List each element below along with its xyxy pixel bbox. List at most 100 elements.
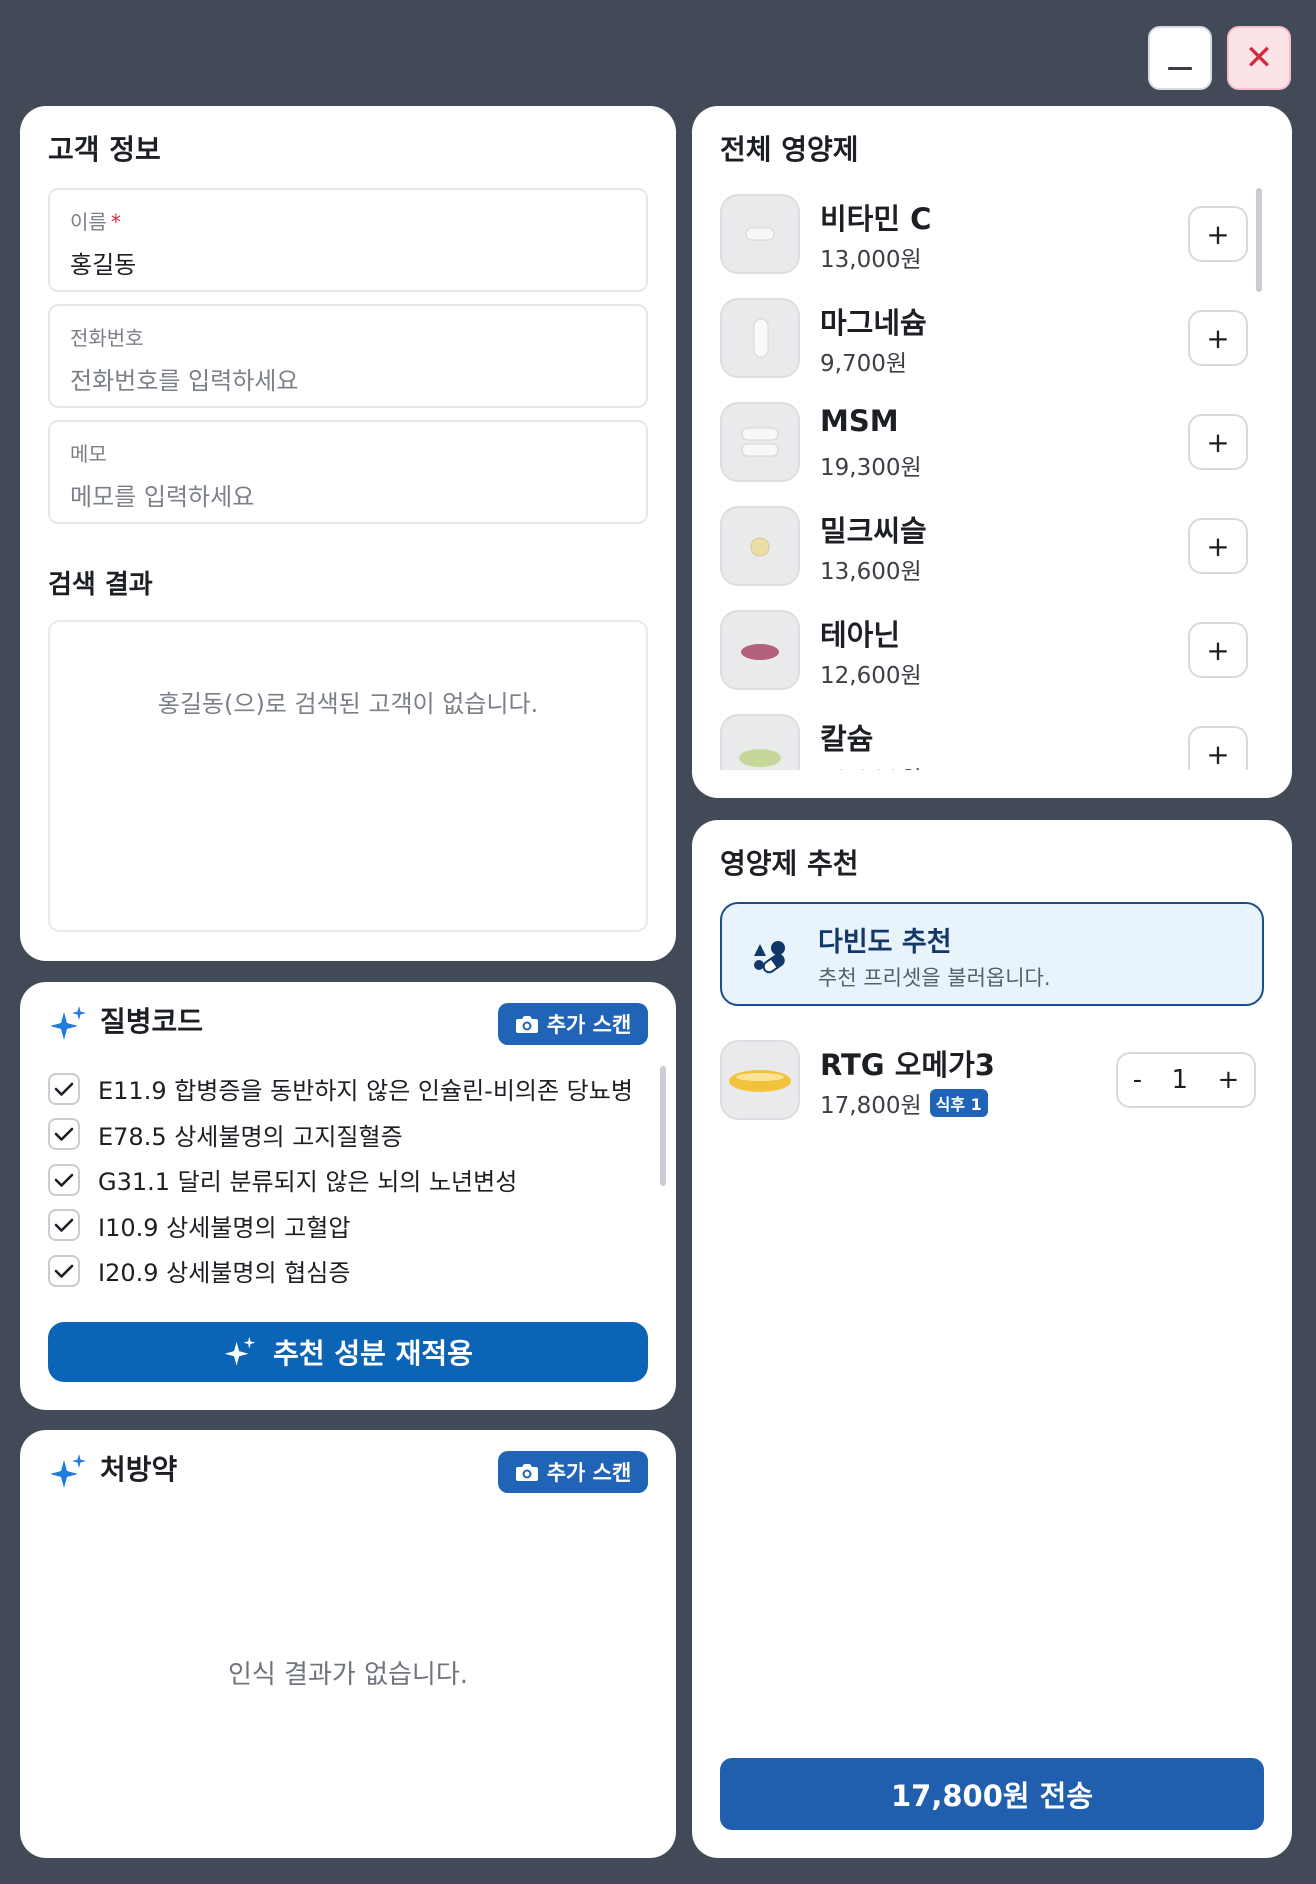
- checkbox[interactable]: [48, 1118, 80, 1151]
- name-field[interactable]: 이름 * 홍길동: [48, 188, 648, 292]
- disease-code-title: 질병코드: [100, 1005, 204, 1038]
- customer-info-title: 고객 정보: [48, 133, 161, 166]
- pill-thumbnail: [720, 506, 800, 586]
- add-supplement-button[interactable]: +: [1188, 518, 1248, 574]
- required-mark: *: [110, 210, 121, 234]
- memo-field[interactable]: 메모 메모를 입력하세요: [48, 420, 648, 524]
- camera-icon: [515, 1016, 538, 1033]
- supplement-item[interactable]: 마그네슘 9,700원 +: [720, 298, 1268, 378]
- disease-code-card: 질병코드 추가 스캔 E11.9 합병증을 동반하지 않은 인슐린-비의존 당뇨…: [20, 982, 676, 1410]
- capsule-white-vertical-icon: [753, 318, 769, 358]
- prescription-card: 처방약 추가 스캔 인식 결과가 없습니다.: [20, 1430, 676, 1858]
- add-supplement-button[interactable]: +: [1188, 414, 1248, 470]
- supplement-item[interactable]: MSM 19,300원 +: [720, 402, 1268, 482]
- recommended-supplement-name: RTG 오메가3: [820, 1048, 995, 1082]
- send-button[interactable]: 17,800원 전송: [720, 1758, 1264, 1830]
- supplement-item[interactable]: 칼슘 12,200원 +: [720, 714, 1268, 770]
- disease-code-item[interactable]: I20.9 상세불명의 협심증: [48, 1248, 658, 1288]
- prescription-scan-label: 추가 스캔: [546, 1461, 632, 1485]
- tablets-white-stacked-icon: [741, 427, 779, 457]
- memo-input[interactable]: 메모를 입력하세요: [70, 477, 626, 512]
- preset-title: 다빈도 추천: [818, 927, 952, 958]
- reapply-recommendation-button[interactable]: 추천 성분 재적용: [48, 1322, 648, 1382]
- supplement-price: 13,600원: [820, 559, 922, 585]
- disease-code-item[interactable]: I10.9 상세불명의 고혈압: [48, 1203, 658, 1249]
- supplement-price: 9,700원: [820, 351, 908, 377]
- add-supplement-button[interactable]: +: [1188, 206, 1248, 262]
- disease-code-item[interactable]: E78.5 상세불명의 고지질혈증: [48, 1112, 658, 1158]
- check-icon: [54, 1127, 74, 1142]
- disease-code-label: E78.5 상세불명의 고지질혈증: [98, 1122, 403, 1151]
- pill-thumbnail: [720, 194, 800, 274]
- disease-scan-button[interactable]: 추가 스캔: [498, 1003, 648, 1045]
- recommended-supplement-price-row: 17,800원 식후 1: [820, 1086, 988, 1120]
- pill-thumbnail: [720, 610, 800, 690]
- minimize-button[interactable]: [1148, 26, 1212, 90]
- supplement-list-scrollbar[interactable]: [1256, 188, 1262, 292]
- reapply-label: 추천 성분 재적용: [273, 1337, 473, 1370]
- disease-list-scrollbar[interactable]: [660, 1066, 666, 1186]
- add-supplement-button[interactable]: +: [1188, 622, 1248, 678]
- supplement-price: 19,300원: [820, 455, 922, 481]
- sparkle-icon: [224, 1336, 256, 1366]
- tablet-green-oval-icon: [739, 749, 781, 767]
- quantity-stepper[interactable]: - 1 +: [1116, 1052, 1256, 1108]
- checkbox[interactable]: [48, 1163, 80, 1196]
- supplement-name: 마그네슘: [820, 306, 927, 340]
- quantity-value: 1: [1171, 1065, 1189, 1095]
- dosage-badge: 식후 1: [929, 1089, 988, 1117]
- supplement-list: 비타민 C 13,000원 + 마그네슘 9,700원 + MSM 19,300…: [720, 188, 1268, 770]
- all-supplements-title: 전체 영양제: [720, 133, 859, 166]
- disease-scan-label: 추가 스캔: [546, 1013, 632, 1037]
- close-icon: ✕: [1244, 38, 1274, 78]
- disease-code-item[interactable]: G31.1 달리 분류되지 않은 뇌의 노년변성: [48, 1157, 658, 1203]
- pill-thumbnail: [720, 1040, 800, 1120]
- supplement-price: 13,000원: [820, 247, 922, 273]
- prescription-title: 처방약: [100, 1453, 178, 1486]
- prescription-empty: 인식 결과가 없습니다.: [227, 1660, 469, 1690]
- supplement-name: MSM: [820, 404, 899, 438]
- supplement-item[interactable]: 밀크씨슬 13,600원 +: [720, 506, 1268, 586]
- check-icon: [54, 1082, 74, 1096]
- capsule-white-horizontal-icon: [745, 227, 775, 241]
- search-results-empty: 홍길동(으)로 검색된 고객이 없습니다.: [157, 690, 539, 718]
- supplement-name: 칼슘: [820, 722, 874, 756]
- supplement-item[interactable]: 비타민 C 13,000원 +: [720, 194, 1268, 274]
- pill-thumbnail: [720, 714, 800, 770]
- supplement-item[interactable]: 테아닌 12,600원 +: [720, 610, 1268, 690]
- prescription-scan-button[interactable]: 추가 스캔: [498, 1451, 648, 1493]
- disease-code-list: E11.9 합병증을 동반하지 않은 인슐린-비의존 당뇨병 E78.5 상세불…: [48, 1066, 658, 1288]
- supplement-name: 비타민 C: [820, 202, 932, 236]
- supplement-price: 12,600원: [820, 663, 922, 689]
- recommended-supplement-price: 17,800원: [820, 1093, 922, 1119]
- check-icon: [54, 1173, 74, 1187]
- minimize-icon: [1168, 66, 1192, 70]
- phone-field[interactable]: 전화번호 전화번호를 입력하세요: [48, 304, 648, 408]
- pill-thumbnail: [720, 402, 800, 482]
- close-button[interactable]: ✕: [1227, 26, 1291, 90]
- pills-icon: [754, 941, 785, 974]
- all-supplements-card: 전체 영양제 비타민 C 13,000원 + 마그네슘 9,700원 + MSM…: [692, 106, 1292, 798]
- recommendation-title: 영양제 추천: [720, 847, 859, 880]
- disease-code-label: I20.9 상세불명의 협심증: [98, 1259, 351, 1288]
- decrease-button[interactable]: -: [1133, 1065, 1142, 1095]
- name-input[interactable]: 홍길동: [70, 245, 626, 280]
- phone-input[interactable]: 전화번호를 입력하세요: [70, 361, 626, 396]
- disease-code-item[interactable]: E11.9 합병증을 동반하지 않은 인슐린-비의존 당뇨병: [48, 1066, 658, 1112]
- checkbox[interactable]: [48, 1254, 80, 1287]
- tablet-yellow-small-icon: [750, 537, 770, 557]
- check-icon: [54, 1218, 74, 1233]
- preset-subtitle: 추천 프리셋을 불러옵니다.: [818, 966, 1051, 990]
- frequent-preset-button[interactable]: 다빈도 추천 추천 프리셋을 불러옵니다.: [720, 902, 1264, 1006]
- increase-button[interactable]: +: [1217, 1065, 1239, 1095]
- sparkle-icon: [50, 1006, 86, 1040]
- add-supplement-button[interactable]: +: [1188, 310, 1248, 366]
- add-supplement-button[interactable]: +: [1188, 726, 1248, 770]
- tablet-pink-oval-icon: [741, 644, 779, 660]
- supplement-price: 12,200원: [820, 760, 922, 770]
- checkbox[interactable]: [48, 1072, 80, 1105]
- checkbox[interactable]: [48, 1209, 80, 1242]
- softgel-yellow-icon: [729, 1070, 791, 1092]
- supplement-name: 테아닌: [820, 618, 901, 652]
- pill-thumbnail: [720, 298, 800, 378]
